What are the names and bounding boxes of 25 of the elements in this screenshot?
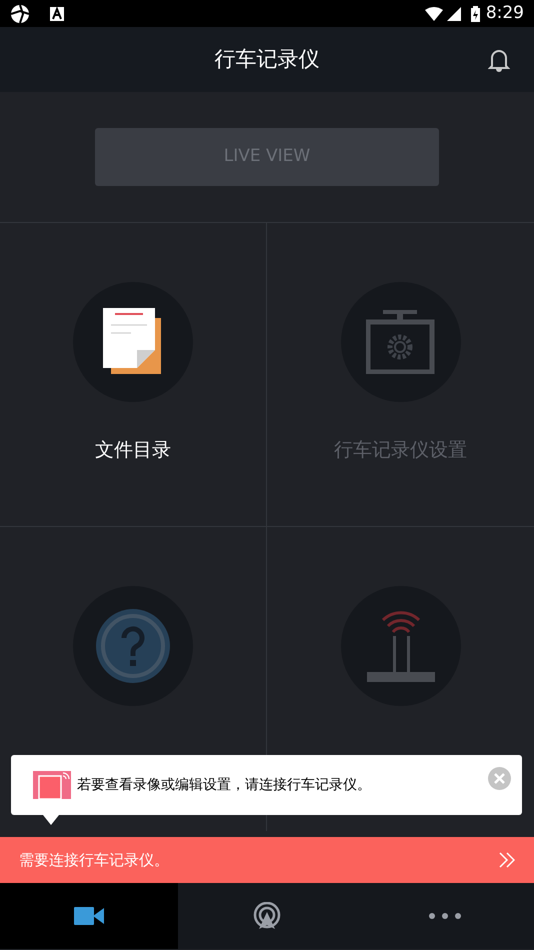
close-icon	[494, 773, 505, 784]
alert-message: 需要连接行车记录仪。	[19, 850, 170, 871]
tile-label: 文件目录	[95, 438, 171, 463]
router-icon	[366, 610, 436, 682]
video-camera-icon	[74, 907, 104, 925]
more-icon	[429, 913, 461, 919]
header-title: 行车记录仪	[214, 46, 320, 73]
battery-icon	[470, 6, 480, 22]
alert-bar[interactable]: 需要连接行车记录仪。	[0, 837, 534, 883]
font-notification-icon	[50, 6, 64, 20]
broadcast-icon	[253, 902, 281, 930]
dashcam-gear-icon	[366, 310, 436, 374]
status-time: 8:29	[486, 2, 524, 25]
phone-connect-icon	[33, 771, 71, 799]
popup-message: 若要查看录像或编辑设置，请连接行车记录仪。	[77, 776, 371, 794]
double-chevron-icon	[499, 852, 515, 868]
menu-tile[interactable]: 文件目录	[0, 223, 267, 527]
tile-label: 行车记录仪设置	[334, 438, 467, 463]
bell-icon	[488, 48, 510, 72]
question-icon	[95, 608, 171, 684]
signal-icon	[446, 6, 461, 20]
nav-tab[interactable]	[0, 883, 178, 949]
wifi-icon	[424, 6, 443, 20]
document-icon	[103, 308, 163, 376]
app-notification-icon	[10, 4, 30, 24]
